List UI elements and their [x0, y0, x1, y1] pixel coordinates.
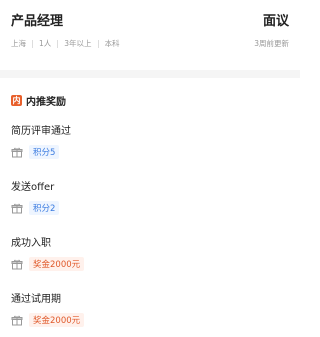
meta-divider [32, 39, 33, 48]
reward-row: 积分2 [11, 201, 60, 215]
meta-divider [57, 39, 59, 48]
job-title: 产品经理 [11, 14, 64, 29]
reward-row: 积分5 [11, 145, 60, 159]
stage-label: 通过试用期 [11, 294, 61, 305]
meta-divider [97, 39, 99, 48]
reward-tag: 奖金2000元 [29, 313, 85, 327]
reward-tag: 积分5 [29, 145, 60, 159]
meta-experience: 3年以上 [64, 39, 92, 48]
referral-badge-icon: 内 [11, 95, 22, 106]
updated-time: 3周前更新 [254, 39, 289, 48]
salary-text: 面议 [262, 14, 289, 29]
meta-location: 上海 [11, 39, 26, 48]
meta-education: 本科 [104, 39, 120, 48]
section-divider [0, 70, 300, 78]
meta-headcount: 1人 [39, 39, 52, 48]
job-header: 产品经理 面议 上海 1人 3年以上 本科 3周前更新 [0, 0, 300, 64]
job-meta: 上海 1人 3年以上 本科 [11, 38, 120, 49]
reward-tag: 奖金2000元 [29, 257, 85, 271]
gift-icon [11, 146, 23, 158]
stage-label: 发送offer [11, 182, 55, 193]
gift-icon [11, 202, 23, 214]
reward-row: 奖金2000元 [11, 257, 85, 271]
reward-tag: 积分2 [29, 201, 60, 215]
gift-icon [11, 314, 23, 326]
referral-reward-header: 内 内推奖励 [11, 93, 66, 108]
section-title: 内推奖励 [26, 97, 66, 108]
stage-label: 简历评审通过 [11, 126, 71, 137]
gift-icon [11, 258, 23, 270]
reward-row: 奖金2000元 [11, 313, 85, 327]
stage-label: 成功入职 [11, 238, 51, 249]
